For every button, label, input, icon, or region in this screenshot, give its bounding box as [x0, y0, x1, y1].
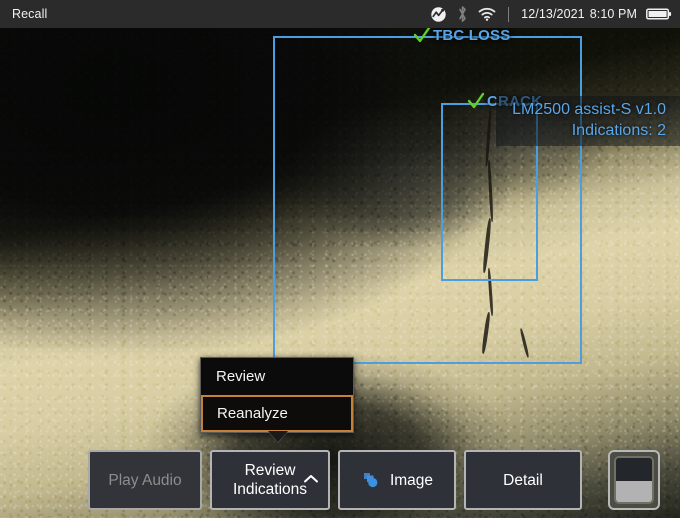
status-bar: Recall: [0, 0, 680, 28]
assist-model-label: LM2500 assist-S v1.0: [512, 99, 666, 120]
review-indications-button[interactable]: Review Indications: [210, 450, 330, 510]
review-indications-label: Review Indications: [233, 461, 307, 499]
detail-button[interactable]: Detail: [464, 450, 582, 510]
battery-full-icon: [646, 7, 672, 21]
wifi-icon: [478, 7, 496, 22]
status-bar-datetime: 12/13/2021 8:10 PM: [521, 7, 637, 21]
review-indications-popup-menu[interactable]: Review Reanalyze: [200, 357, 354, 433]
play-audio-button[interactable]: Play Audio: [88, 450, 202, 510]
activity-circle-icon: [430, 6, 447, 23]
status-divider: [508, 7, 509, 22]
image-label: Image: [390, 471, 433, 490]
popup-menu-item-reanalyze[interactable]: Reanalyze: [201, 395, 353, 432]
detection-label-tbc-loss[interactable]: TBC LOSS: [412, 28, 510, 45]
review-indications-label-line1: Review: [233, 461, 307, 480]
detection-label-text: TBC LOSS: [433, 28, 510, 44]
popup-menu-item-label: Reanalyze: [217, 405, 288, 422]
status-bar-title: Recall: [12, 7, 47, 21]
assist-info-panel: LM2500 assist-S v1.0 Indications: 2: [496, 96, 680, 146]
green-check-icon: [412, 28, 432, 45]
popup-menu-item-review[interactable]: Review: [201, 358, 353, 395]
thumbnail-frame: [614, 456, 654, 504]
borescope-inspection-screen: TBC LOSS CRACK LM2500 assist-S v1.0 Indi…: [0, 0, 680, 518]
bottom-toolbar: Play Audio Review Indications Imag: [0, 442, 680, 518]
image-button[interactable]: Image: [338, 450, 456, 510]
play-audio-label: Play Audio: [108, 471, 181, 490]
thumbnail-top-half: [616, 458, 652, 481]
bluetooth-icon: [456, 5, 469, 23]
layers-icon: [361, 471, 381, 490]
detail-label: Detail: [503, 471, 543, 490]
status-bar-date: 12/13/2021: [521, 7, 585, 21]
popup-menu-item-label: Review: [216, 368, 265, 385]
assist-indications-count: Indications: 2: [512, 120, 666, 141]
chevron-up-icon: [303, 471, 319, 490]
popup-pointer-arrow: [268, 431, 288, 442]
image-thumbnail-icon[interactable]: [608, 450, 660, 510]
status-bar-indicators: 12/13/2021 8:10 PM: [430, 0, 672, 28]
green-check-icon: [466, 91, 486, 111]
status-bar-time: 8:10 PM: [590, 7, 637, 21]
review-indications-label-line2: Indications: [233, 480, 307, 499]
thumbnail-bottom-half: [616, 481, 652, 502]
